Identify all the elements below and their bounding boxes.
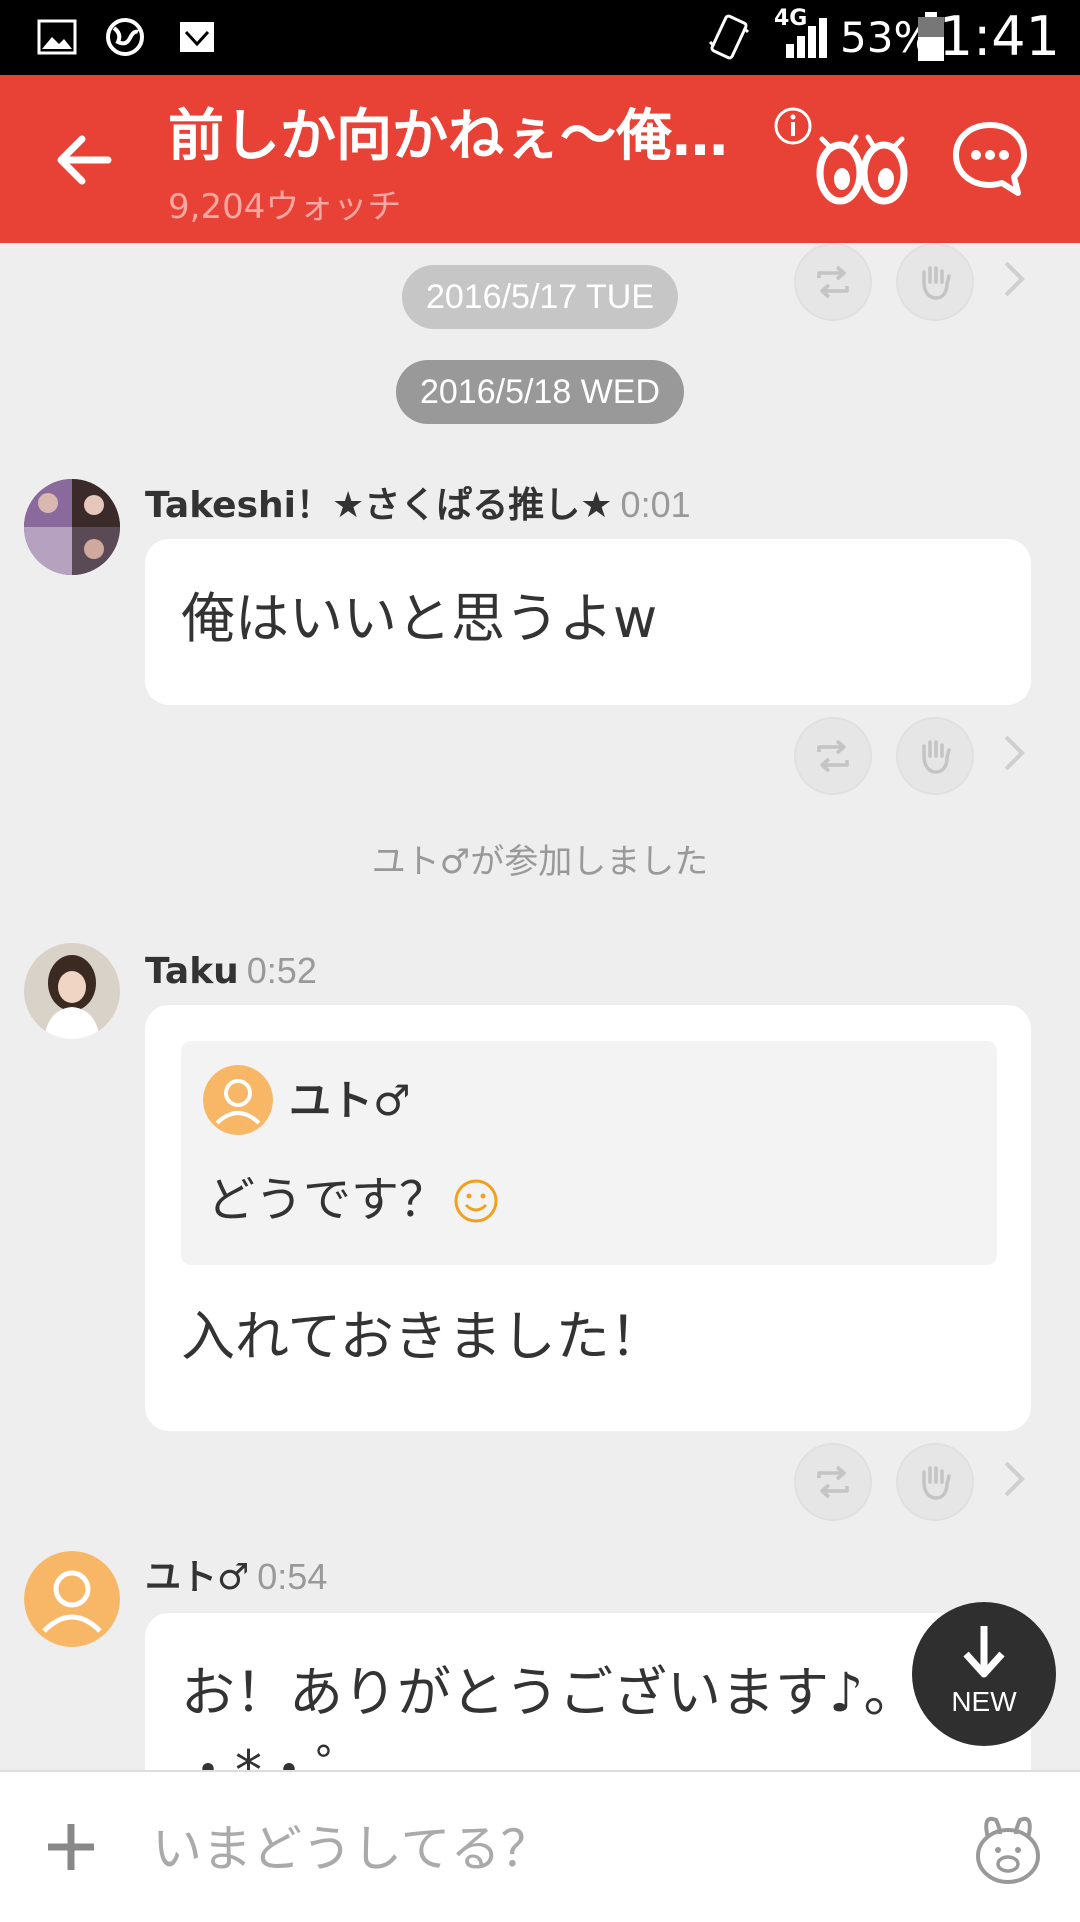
mail-icon: [180, 22, 214, 52]
repost-icon: [817, 1465, 849, 1499]
message-composer: [0, 1770, 1080, 1922]
chat-menu-icon[interactable]: [950, 119, 1030, 199]
watch-count: 9,204ウォッチ: [168, 187, 402, 227]
plus-icon[interactable]: [44, 1820, 98, 1874]
message-bubble[interactable]: ユト♂ どうです？ 入れておきました！: [145, 1005, 1031, 1431]
message-header: ユト♂ 0:54: [145, 1553, 327, 1602]
message-actions: [794, 717, 1054, 797]
quote-text-line: どうです？: [207, 1165, 499, 1235]
smile-emoji-icon: [454, 1179, 498, 1223]
jump-to-new-button[interactable]: NEW: [912, 1602, 1056, 1746]
app-header: 前しか向かねぇ〜俺… 9,204ウォッチ: [0, 75, 1080, 243]
arrow-down-icon: [963, 1626, 1005, 1678]
system-message: ユト♂が参加しました: [371, 842, 709, 882]
message-header: Taku 0:52: [145, 947, 317, 996]
chevron-right-icon[interactable]: [1002, 733, 1026, 773]
quote-text: どうです？: [207, 1172, 448, 1228]
message-author[interactable]: Takeshi！★さくぱる推し★: [145, 485, 613, 526]
stamp-icon[interactable]: [968, 1808, 1048, 1888]
message-bubble[interactable]: 俺はいいと思うよw: [145, 539, 1031, 705]
quote-avatar: [203, 1065, 273, 1135]
message-header: Takeshi！★さくぱる推し★ 0:01: [145, 481, 691, 530]
avatar[interactable]: [24, 943, 120, 1039]
message-actions: [794, 1443, 1054, 1523]
repost-icon: [817, 265, 849, 299]
message-author[interactable]: ユト♂: [145, 1557, 249, 1598]
avatar[interactable]: [24, 1551, 120, 1647]
like-button[interactable]: [896, 1443, 974, 1521]
date-separator: 2016/5/17 TUE: [401, 265, 679, 329]
globe-icon: [106, 18, 144, 56]
message-author[interactable]: Taku: [145, 951, 239, 992]
avatar-photo-image: [24, 943, 120, 1039]
message-text: 入れておきました！: [181, 1305, 664, 1368]
repost-icon: [817, 739, 849, 773]
hand-icon: [922, 740, 951, 774]
clock: 1:41: [938, 5, 1060, 68]
info-icon[interactable]: [772, 105, 814, 147]
message-text-line-2: ・*・゜: [181, 1731, 370, 1770]
avatar[interactable]: [24, 479, 120, 575]
chat-timeline[interactable]: 2016/5/17 TUE 2016/5/18 WED Takeshi！★さくぱ…: [0, 243, 1080, 1770]
signal-icon: [786, 18, 827, 58]
message-time: 0:54: [257, 1556, 328, 1597]
message-time: 0:52: [246, 950, 317, 991]
message-text: 俺はいいと思うよw: [181, 587, 658, 650]
like-button[interactable]: [896, 243, 974, 321]
message-actions: [794, 243, 1054, 323]
chevron-right-icon[interactable]: [1002, 1459, 1026, 1499]
back-arrow-icon[interactable]: [50, 125, 120, 195]
quoted-message[interactable]: ユト♂ どうです？: [181, 1041, 997, 1265]
message-text: お！ありがとうございます♪。: [181, 1661, 918, 1724]
new-label: NEW: [951, 1686, 1017, 1717]
status-bar: 4G 53% 1:41: [0, 0, 1080, 75]
repost-button[interactable]: [794, 717, 872, 795]
repost-button[interactable]: [794, 1443, 872, 1521]
hand-icon: [922, 1466, 951, 1500]
repost-button[interactable]: [794, 243, 872, 321]
quote-author: ユト♂: [289, 1076, 411, 1125]
like-button[interactable]: [896, 717, 974, 795]
watch-eyes-icon[interactable]: [812, 123, 912, 213]
message-input[interactable]: [150, 1810, 934, 1888]
vibrate-icon: [708, 14, 750, 60]
image-icon: [37, 19, 77, 55]
message-time: 0:01: [620, 484, 691, 525]
room-title[interactable]: 前しか向かねぇ〜俺…: [168, 97, 728, 177]
chevron-right-icon[interactable]: [1002, 259, 1026, 299]
date-separator: 2016/5/18 WED: [395, 360, 685, 424]
hand-icon: [922, 266, 951, 300]
message-bubble[interactable]: お！ありがとうございます♪。 ・*・゜: [145, 1613, 1031, 1770]
default-user-icon: [24, 1551, 120, 1647]
avatar-collage-image: [24, 479, 120, 575]
default-user-icon: [203, 1065, 273, 1135]
